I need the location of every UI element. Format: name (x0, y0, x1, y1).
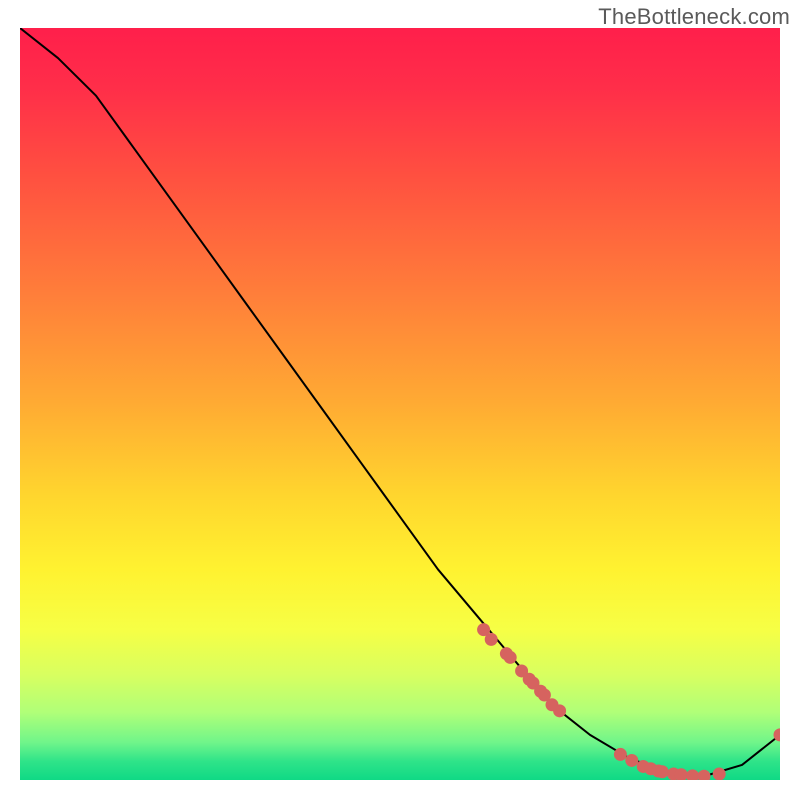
bottleneck-curve (20, 28, 780, 776)
highlight-point (614, 748, 627, 761)
highlight-point (553, 704, 566, 717)
watermark-text: TheBottleneck.com (598, 4, 790, 30)
highlight-point (485, 633, 498, 646)
highlight-point (686, 769, 699, 780)
highlight-points (477, 623, 780, 780)
highlight-point (504, 651, 517, 664)
plot-area (20, 28, 780, 780)
highlight-point (698, 770, 711, 780)
chart-overlay (20, 28, 780, 780)
highlight-point (656, 765, 669, 778)
highlight-point (713, 767, 726, 780)
highlight-point (625, 754, 638, 767)
chart-container: TheBottleneck.com (0, 0, 800, 800)
